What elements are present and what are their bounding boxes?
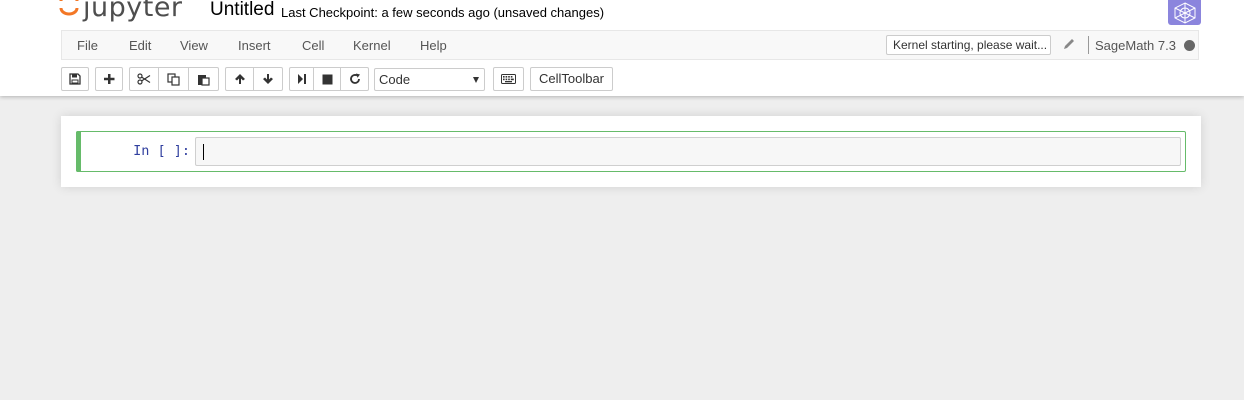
checkpoint-status: Last Checkpoint: a few seconds ago (unsa… xyxy=(281,5,605,20)
command-palette-button[interactable] xyxy=(493,67,524,91)
stop-icon xyxy=(322,74,332,84)
save-icon xyxy=(69,73,81,85)
cut-button[interactable] xyxy=(129,67,159,91)
menu-kernel[interactable]: Kernel xyxy=(353,38,391,53)
menu-file[interactable]: File xyxy=(77,38,98,53)
menu-edit[interactable]: Edit xyxy=(129,38,151,53)
menu-help[interactable]: Help xyxy=(420,38,447,53)
paste-icon xyxy=(198,74,210,86)
menu-insert[interactable]: Insert xyxy=(238,38,271,53)
restart-button[interactable] xyxy=(341,67,369,91)
pencil-icon[interactable] xyxy=(1062,37,1076,51)
kernel-separator xyxy=(1088,36,1089,54)
save-button[interactable] xyxy=(61,67,89,91)
arrow-down-icon xyxy=(263,74,273,84)
menubar: File Edit View Insert Cell Kernel Help K… xyxy=(61,30,1199,60)
celltoolbar-button[interactable]: CellToolbar xyxy=(530,67,613,91)
jupyter-logo-text: jupyter xyxy=(83,0,183,23)
kernel-busy-indicator xyxy=(1184,40,1195,51)
move-down-button[interactable] xyxy=(254,67,283,91)
insert-cell-button[interactable] xyxy=(95,67,123,91)
notebook-name[interactable]: Untitled xyxy=(210,0,274,21)
input-prompt: In [ ]: xyxy=(133,143,190,159)
plus-icon xyxy=(104,74,115,84)
jupyter-logo-icon xyxy=(59,0,79,16)
notebook-container: In [ ]: xyxy=(61,116,1201,187)
cut-icon xyxy=(137,73,151,85)
run-button[interactable] xyxy=(289,67,314,91)
arrow-up-icon xyxy=(234,74,245,84)
sagemath-logo-icon xyxy=(1174,1,1195,24)
jupyter-logo[interactable]: jupyter xyxy=(58,0,183,23)
menu-view[interactable]: View xyxy=(180,38,208,53)
copy-button[interactable] xyxy=(159,67,189,91)
cell-selected-indicator xyxy=(76,131,81,172)
kernel-name: SageMath 7.3 xyxy=(1095,38,1176,53)
cell-type-value: Code xyxy=(379,72,411,87)
kernel-status-message: Kernel starting, please wait... xyxy=(886,35,1051,55)
code-input[interactable] xyxy=(195,137,1181,166)
copy-icon xyxy=(167,72,180,86)
code-cell[interactable]: In [ ]: xyxy=(76,131,1186,172)
run-icon xyxy=(297,74,306,84)
restart-icon xyxy=(349,73,360,84)
move-up-button[interactable] xyxy=(225,67,254,91)
kernel-logo xyxy=(1168,0,1201,25)
interrupt-button[interactable] xyxy=(314,67,341,91)
cell-type-select[interactable]: Code xyxy=(374,68,485,91)
text-cursor xyxy=(203,144,204,160)
keyboard-icon xyxy=(501,74,516,84)
paste-button[interactable] xyxy=(189,67,219,91)
menu-cell[interactable]: Cell xyxy=(302,38,324,53)
header-area: jupyter Untitled Last Checkpoint: a few … xyxy=(0,0,1244,96)
chevron-down-icon xyxy=(473,77,479,83)
